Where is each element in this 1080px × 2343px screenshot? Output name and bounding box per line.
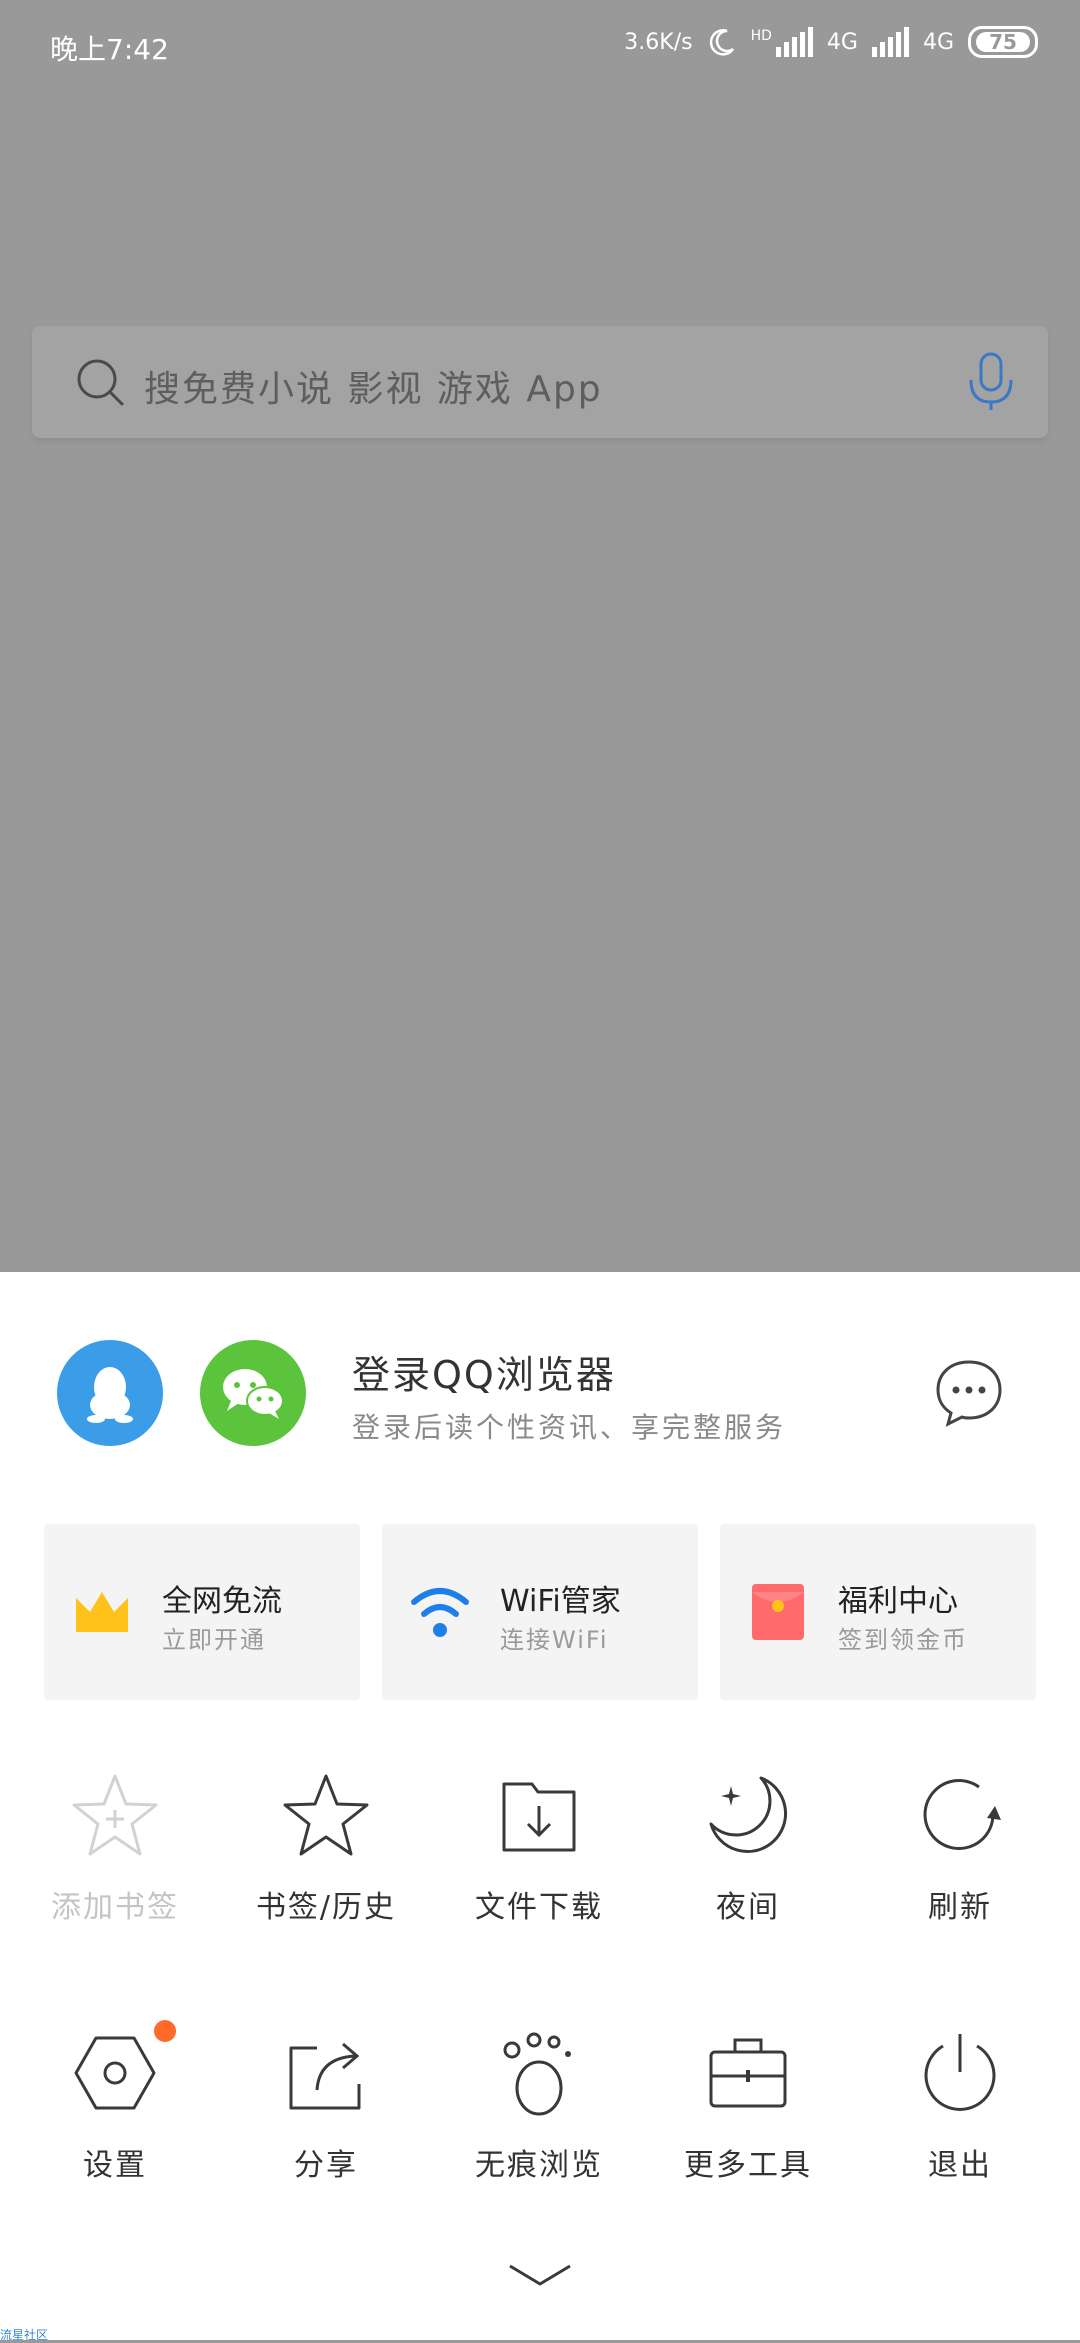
bookmarks-history-button[interactable]: 书签/历史 [218,1770,434,1926]
paw-icon [503,2032,571,2116]
grid-label: 设置 [83,2148,147,2183]
signal-icon [775,27,813,57]
crown-icon [76,1592,128,1632]
card-rewards-center[interactable]: 福利中心 签到领金币 [720,1524,1036,1700]
signal-icon-2 [871,27,909,57]
exit-button[interactable]: 退出 [852,2028,1068,2184]
star-icon [283,1774,369,1856]
power-icon [924,2034,996,2111]
incognito-browsing-button[interactable]: 无痕浏览 [431,2028,647,2184]
status-icons: 3.6K/s HD 4G 4G 75 [624,26,1038,58]
status-time: 晚上7:42 [50,33,169,66]
grid-label: 无痕浏览 [475,2148,603,2183]
card-wifi-manager[interactable]: WiFi管家 连接WiFi [382,1524,698,1700]
red-envelope-icon [752,1584,804,1640]
battery-icon: 75 [968,26,1038,58]
network-type-1: 4G [826,29,858,55]
feature-cards: 全网免流 立即开通 WiFi管家 连接WiFi 福利中心 签到领金币 [44,1524,1036,1700]
search-icon [77,359,124,406]
night-mode-button[interactable]: 夜间 [640,1770,856,1926]
refresh-icon [923,1779,1001,1850]
card-subtitle: 立即开通 [162,1626,266,1654]
wechat-icon [223,1369,284,1419]
do-not-disturb-moon-icon [709,29,734,56]
grid-label: 夜间 [716,1890,780,1925]
qq-login-button[interactable] [57,1340,163,1446]
moon-icon [709,1776,788,1854]
login-subtitle[interactable]: 登录后读个性资讯、享完整服务 [352,1406,786,1446]
grid-label: 刷新 [928,1890,992,1925]
qq-penguin-icon [87,1367,133,1423]
menu-sheet: 登录QQ浏览器 登录后读个性资讯、享完整服务 全网免流 立即开通 WiFi管家 … [0,1272,1080,2340]
share-icon [289,2042,361,2110]
notification-badge [154,2020,176,2042]
hd-label: HD [750,28,772,44]
battery-level: 75 [976,30,1030,54]
settings-button[interactable]: 设置 [7,2020,223,2184]
add-bookmark-icon [72,1774,158,1856]
status-bar: 晚上7:42 3.6K/s HD 4G 4G 75 [0,0,1080,96]
card-title: WiFi管家 [500,1584,621,1619]
network-type-2: 4G [922,29,954,55]
toolbox-icon [709,2038,787,2108]
grid-label: 分享 [294,2148,358,2183]
card-title: 全网免流 [162,1584,282,1619]
card-subtitle: 连接WiFi [500,1626,609,1654]
chevron-down-icon[interactable] [504,2256,576,2296]
wifi-icon [411,1588,469,1637]
microphone-icon[interactable] [964,350,1018,414]
more-tools-button[interactable]: 更多工具 [640,2028,856,2184]
login-title[interactable]: 登录QQ浏览器 [352,1344,616,1399]
grid-label: 添加书签 [51,1890,179,1925]
wechat-login-button[interactable] [200,1340,306,1446]
network-speed: 3.6K/s [624,29,693,55]
search-placeholder[interactable]: 搜免费小说 影视 游戏 App [144,360,603,412]
download-folder-icon [502,1782,576,1852]
add-bookmark-button[interactable]: 添加书签 [7,1770,223,1926]
file-download-button[interactable]: 文件下载 [431,1770,647,1926]
share-button[interactable]: 分享 [218,2028,434,2184]
search-bar[interactable]: 搜免费小说 影视 游戏 App [32,326,1048,438]
grid-label: 文件下载 [475,1890,603,1925]
refresh-button[interactable]: 刷新 [852,1770,1068,1926]
grid-label: 更多工具 [684,2148,812,2183]
card-free-data[interactable]: 全网免流 立即开通 [44,1524,360,1700]
message-icon[interactable] [934,1358,1004,1428]
grid-label: 退出 [928,2148,992,2183]
card-subtitle: 签到领金币 [838,1626,968,1654]
grid-label: 书签/历史 [255,1890,397,1925]
settings-icon [74,2036,156,2110]
card-title: 福利中心 [838,1584,958,1619]
watermark: 流星社区 [0,2328,49,2342]
